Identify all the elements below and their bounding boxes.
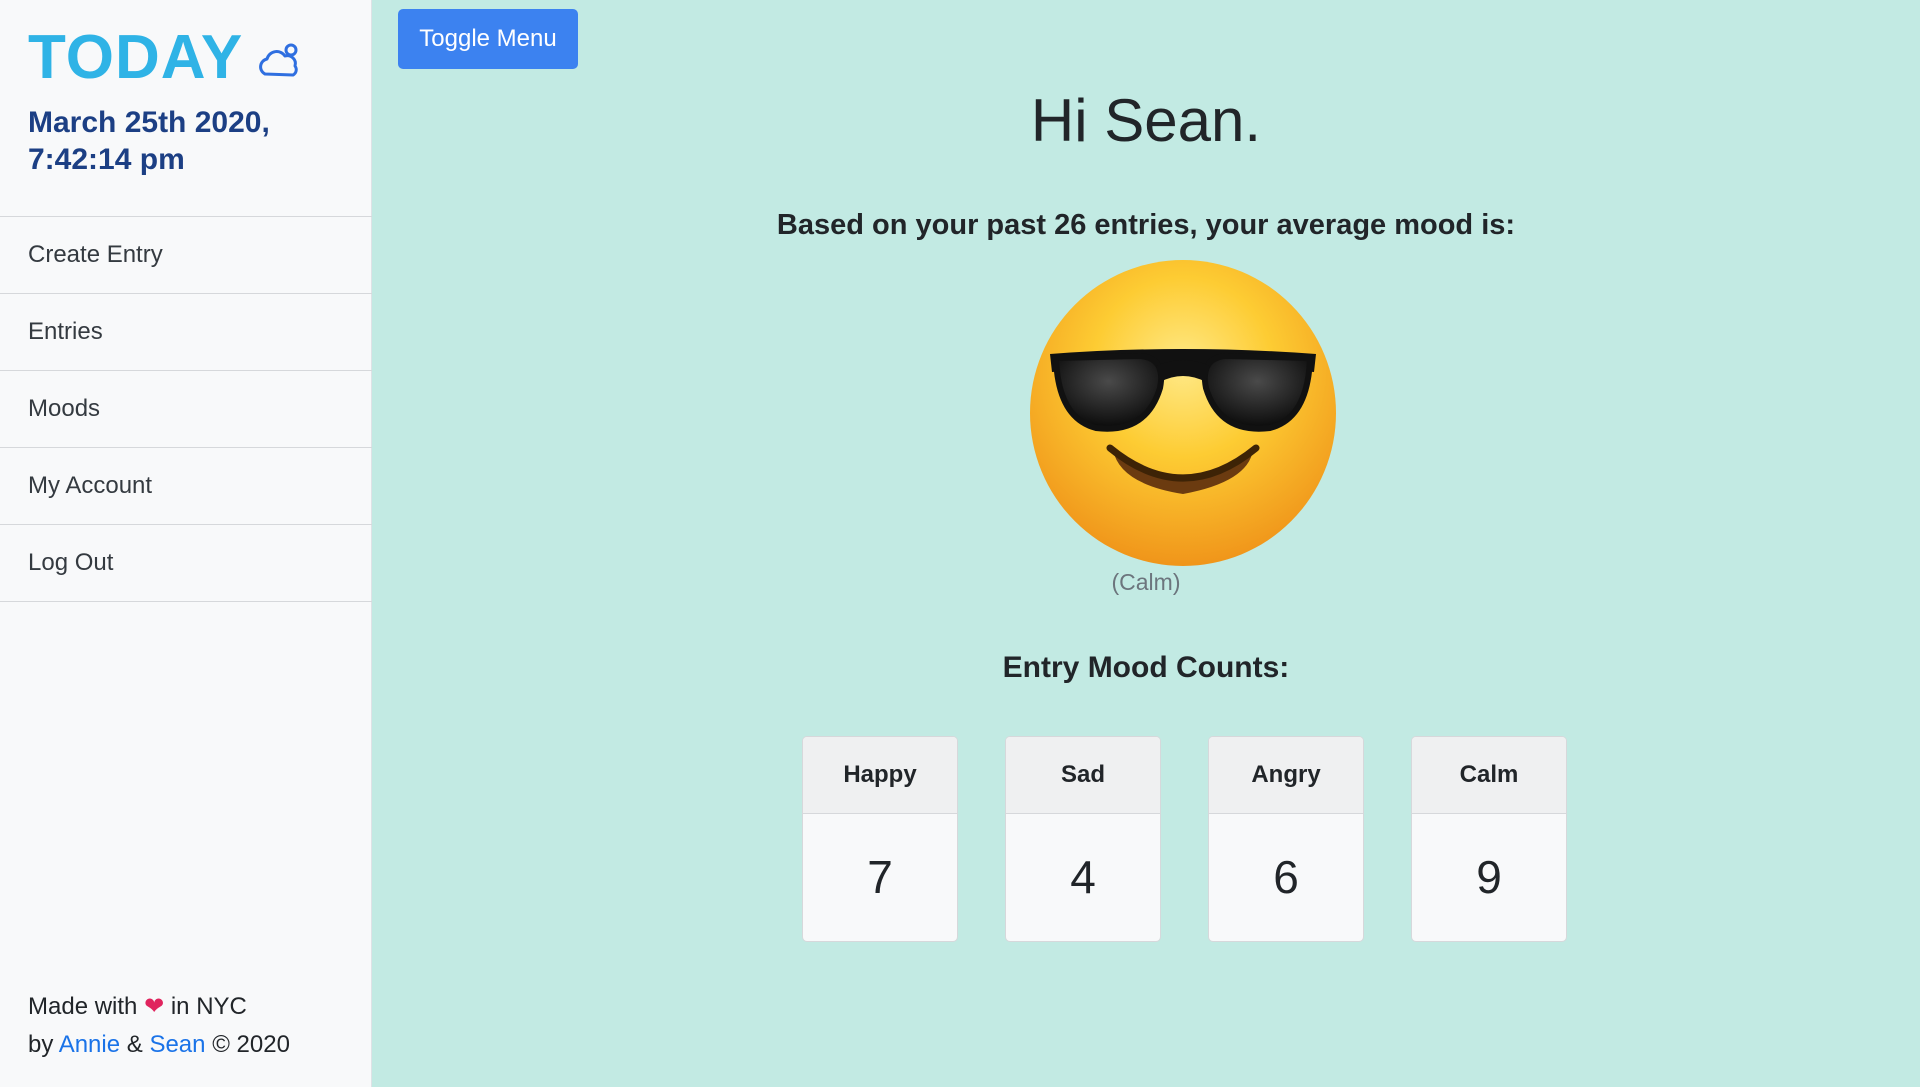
cloud-icon xyxy=(259,43,298,77)
sidebar: TODAY March 25th 2020, 7:42:14 pm Create… xyxy=(0,0,372,1087)
author-link-sean[interactable]: Sean xyxy=(149,1031,205,1058)
mood-count-card-calm: Calm 9 xyxy=(1411,736,1567,942)
brand-row: TODAY xyxy=(28,22,303,94)
sunglasses-face-emoji-icon xyxy=(1028,258,1338,568)
sidebar-item-moods[interactable]: Moods xyxy=(0,371,372,448)
brand-title[interactable]: TODAY xyxy=(28,22,243,94)
sidebar-item-my-account[interactable]: My Account xyxy=(0,448,372,525)
footer-location: in NYC xyxy=(170,993,247,1020)
mood-count-card-happy: Happy 7 xyxy=(802,736,958,942)
heart-icon: ❤ xyxy=(144,993,165,1020)
footer-copyright: © 2020 xyxy=(212,1031,290,1058)
footer-amp: & xyxy=(126,1031,143,1058)
card-count-value: 7 xyxy=(867,851,893,903)
toggle-menu-button[interactable]: Toggle Menu xyxy=(398,9,578,69)
card-header-label: Sad xyxy=(1006,737,1160,814)
sidebar-item-create-entry[interactable]: Create Entry xyxy=(0,217,372,294)
mood-counts-title: Entry Mood Counts: xyxy=(1002,651,1290,684)
sidebar-nav: Create Entry Entries Moods My Account Lo… xyxy=(0,216,372,602)
author-link-annie[interactable]: Annie xyxy=(59,1031,120,1058)
card-count-value: 6 xyxy=(1273,851,1299,903)
card-count-value: 4 xyxy=(1070,851,1096,903)
sidebar-item-log-out[interactable]: Log Out xyxy=(0,525,372,602)
mood-summary-text: Based on your past 26 entries, your aver… xyxy=(776,209,1516,241)
card-header-label: Calm xyxy=(1412,737,1566,814)
card-header-label: Angry xyxy=(1209,737,1363,814)
card-header-label: Happy xyxy=(803,737,957,814)
footer-line-1: Made with ❤ in NYC xyxy=(28,988,290,1026)
card-count-value: 9 xyxy=(1476,851,1502,903)
current-datetime: March 25th 2020, 7:42:14 pm xyxy=(28,106,270,176)
sidebar-item-entries[interactable]: Entries xyxy=(0,294,372,371)
sidebar-footer: Made with ❤ in NYC by Annie & Sean © 202… xyxy=(28,988,290,1064)
mood-count-card-angry: Angry 6 xyxy=(1208,736,1364,942)
footer-made-with: Made with xyxy=(28,993,138,1020)
average-mood-label: (Calm) xyxy=(1111,569,1181,595)
footer-by: by xyxy=(28,1031,54,1058)
greeting-heading: Hi Sean. xyxy=(1030,87,1262,154)
footer-line-2: by Annie & Sean © 2020 xyxy=(28,1026,290,1064)
mood-count-card-sad: Sad 4 xyxy=(1005,736,1161,942)
